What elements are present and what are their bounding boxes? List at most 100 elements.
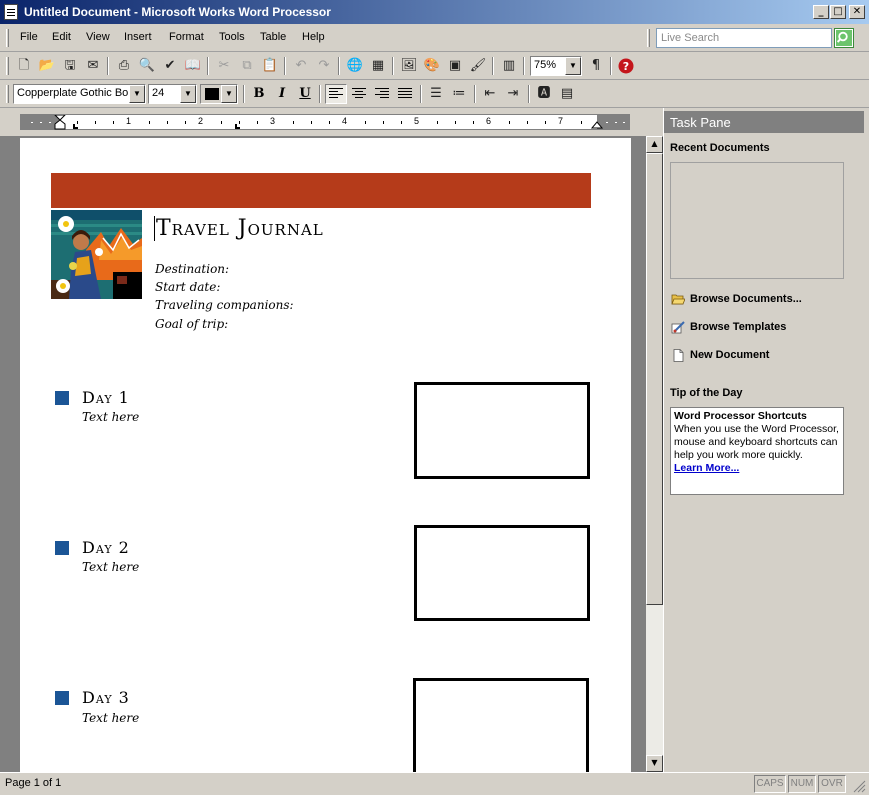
- insert-picture-icon[interactable]: ▣: [446, 57, 464, 75]
- folder-open-icon[interactable]: [671, 293, 685, 306]
- new-document-link[interactable]: New Document: [690, 349, 769, 361]
- cut-icon[interactable]: ✂: [215, 57, 233, 75]
- chevron-down-icon[interactable]: ▼: [565, 57, 581, 75]
- day-1-text[interactable]: Text here: [82, 410, 139, 424]
- format-painter-icon[interactable]: 🖌: [469, 57, 487, 75]
- paragraph-marks-icon[interactable]: ¶: [587, 57, 605, 75]
- chevron-down-icon[interactable]: ▼: [129, 85, 145, 103]
- research-icon[interactable]: 📖: [184, 57, 202, 75]
- scroll-thumb[interactable]: [646, 153, 663, 605]
- align-right-icon[interactable]: [375, 88, 389, 100]
- minimize-button[interactable]: _: [813, 5, 829, 19]
- chevron-down-icon[interactable]: ▼: [221, 85, 237, 103]
- left-indent-marker[interactable]: [54, 115, 66, 130]
- standard-toolbar: 🗋 📂 🖫 ✉ ⎙ 🔍 ✔ 📖 ✂ ⧉ 📋 ↶ ↷ 🌐 ▦ 🖼 🎨 ▣ 🖌 ▥ …: [0, 52, 869, 80]
- spelling-icon[interactable]: ✔: [161, 57, 179, 75]
- toolbar-separator: [207, 57, 209, 75]
- new-document-icon[interactable]: 🗋: [15, 57, 33, 75]
- companions-field[interactable]: Traveling companions:: [155, 298, 294, 312]
- browse-templates-link[interactable]: Browse Templates: [690, 321, 786, 333]
- day-2-photo-frame[interactable]: [414, 525, 590, 621]
- numbering-icon[interactable]: ≔: [450, 85, 468, 103]
- maximize-button[interactable]: □: [830, 5, 846, 19]
- status-bar: Page 1 of 1 CAPS NUM OVR: [0, 772, 869, 795]
- learn-more-link[interactable]: Learn More...: [674, 462, 840, 475]
- document-icon[interactable]: [4, 4, 18, 20]
- search-grip[interactable]: [647, 29, 650, 47]
- columns-icon[interactable]: ▥: [500, 57, 518, 75]
- vertical-scrollbar[interactable]: ▲ ▼: [646, 136, 663, 772]
- destination-field[interactable]: Destination:: [155, 262, 229, 276]
- copy-icon[interactable]: ⧉: [238, 57, 256, 75]
- new-document-icon[interactable]: [671, 349, 685, 362]
- align-left-button[interactable]: [325, 84, 347, 104]
- insert-table-icon[interactable]: ▦: [369, 57, 387, 75]
- email-icon[interactable]: ✉: [84, 57, 102, 75]
- align-center-icon[interactable]: [352, 88, 366, 100]
- browse-templates-icon[interactable]: [671, 321, 685, 334]
- recent-documents-label: Recent Documents: [670, 142, 770, 154]
- scroll-down-button[interactable]: ▼: [646, 755, 663, 772]
- paste-icon[interactable]: 📋: [261, 57, 279, 75]
- day-2-text[interactable]: Text here: [82, 560, 139, 574]
- increase-indent-icon[interactable]: ⇥: [504, 85, 522, 103]
- tab-stop-marker[interactable]: [73, 124, 78, 129]
- right-indent-marker[interactable]: [591, 119, 603, 129]
- goal-field[interactable]: Goal of trip:: [155, 317, 228, 331]
- day-1-title[interactable]: Day 1: [82, 388, 130, 407]
- print-icon[interactable]: ⎙: [115, 57, 133, 75]
- menu-grip[interactable]: [6, 29, 9, 47]
- italic-button[interactable]: I: [272, 85, 292, 103]
- print-preview-icon[interactable]: 🔍: [138, 57, 156, 75]
- browse-documents-link[interactable]: Browse Documents...: [690, 293, 802, 305]
- menu-insert[interactable]: Insert: [124, 31, 152, 43]
- day-3-title[interactable]: Day 3: [82, 688, 130, 707]
- menu-view[interactable]: View: [86, 31, 110, 43]
- undo-icon[interactable]: ↶: [292, 57, 310, 75]
- font-name-select[interactable]: Copperplate Gothic Bold ▼: [13, 84, 146, 104]
- menu-format[interactable]: Format: [169, 31, 204, 43]
- close-button[interactable]: ✕: [849, 5, 865, 19]
- live-search-input[interactable]: Live Search: [656, 28, 832, 48]
- justify-icon[interactable]: [398, 88, 412, 100]
- chevron-down-icon[interactable]: ▼: [180, 85, 196, 103]
- underline-button[interactable]: U: [295, 85, 315, 103]
- search-button[interactable]: [834, 28, 854, 48]
- document-title[interactable]: Travel Journal: [154, 216, 324, 241]
- scroll-up-button[interactable]: ▲: [646, 136, 663, 153]
- toolbar-grip[interactable]: [6, 57, 9, 75]
- zoom-select[interactable]: 75% ▼: [530, 56, 582, 76]
- day-2-title[interactable]: Day 2: [82, 538, 130, 557]
- clip-art-icon[interactable]: 🎨: [423, 57, 441, 75]
- hyperlink-icon[interactable]: 🌐: [346, 57, 364, 75]
- document-area[interactable]: Travel Journal Destination: Start date: …: [0, 136, 646, 772]
- menu-tools[interactable]: Tools: [219, 31, 245, 43]
- help-icon[interactable]: ?: [617, 57, 635, 75]
- tab-stop-marker[interactable]: [235, 124, 240, 129]
- save-icon[interactable]: 🖫: [61, 57, 79, 75]
- resize-grip-icon[interactable]: [852, 779, 866, 793]
- bold-button[interactable]: B: [249, 85, 269, 103]
- redo-icon[interactable]: ↷: [315, 57, 333, 75]
- start-date-field[interactable]: Start date:: [155, 280, 220, 294]
- recent-documents-list[interactable]: [670, 162, 844, 279]
- font-size-select[interactable]: 24 ▼: [148, 84, 197, 104]
- borders-icon[interactable]: ▤: [558, 85, 576, 103]
- toolbar-grip[interactable]: [6, 85, 9, 103]
- insert-image-icon[interactable]: 🖼: [400, 57, 418, 75]
- open-folder-icon[interactable]: 📂: [38, 57, 56, 75]
- day-3-text[interactable]: Text here: [82, 711, 139, 725]
- menu-help[interactable]: Help: [302, 31, 325, 43]
- bullets-icon[interactable]: ☰: [427, 85, 445, 103]
- traveler-clipart-image[interactable]: [51, 210, 142, 299]
- font-effects-icon[interactable]: 🅰: [535, 85, 553, 103]
- day-3-photo-frame[interactable]: [413, 678, 589, 772]
- menu-file[interactable]: File: [20, 31, 38, 43]
- document-page[interactable]: Travel Journal Destination: Start date: …: [20, 138, 631, 772]
- menu-table[interactable]: Table: [260, 31, 286, 43]
- horizontal-ruler[interactable]: 1 2 3 4 5 6 7: [20, 114, 630, 130]
- menu-edit[interactable]: Edit: [52, 31, 71, 43]
- day-1-photo-frame[interactable]: [414, 382, 590, 479]
- decrease-indent-icon[interactable]: ⇤: [481, 85, 499, 103]
- font-color-select[interactable]: ▼: [200, 84, 238, 104]
